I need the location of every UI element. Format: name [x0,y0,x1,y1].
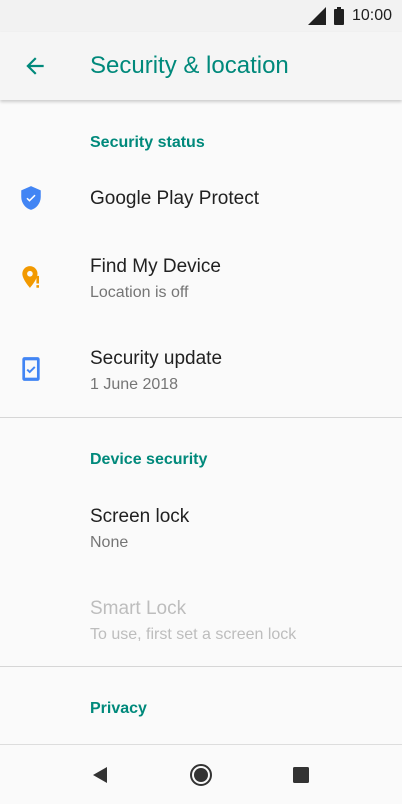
item-summary: None [90,534,129,551]
list-item-smart-lock: Smart Lock To use, first set a screen lo… [0,584,402,660]
shield-check-icon [21,186,41,210]
location-alert-icon [22,266,40,288]
recents-square-icon[interactable] [289,763,313,787]
back-triangle-icon[interactable] [88,763,112,787]
item-summary: To use, first set a screen lock [90,626,297,643]
list-item-find-my-device[interactable]: Find My Device Location is off [0,240,402,316]
arrow-back-icon[interactable] [22,53,48,79]
signal-icon [307,7,326,25]
app-bar: Security & location [0,32,402,100]
item-title: Find My Device [90,256,221,277]
page-title: Security & location [90,52,289,79]
item-summary: 1 June 2018 [90,376,179,393]
item-title: Screen lock [90,506,190,527]
item-title: Security update [90,348,223,369]
section-divider [0,417,402,418]
status-bar: 10:00 [0,0,402,32]
list-item-google-play-protect[interactable]: Google Play Protect [0,168,402,232]
phone-check-icon [22,357,40,381]
settings-list: Security status Google Play Protect Find… [0,100,402,744]
section-divider [0,666,402,667]
item-title: Smart Lock [90,598,187,619]
home-circle-icon[interactable] [189,763,213,787]
section-header-device-security: Device security [90,451,208,468]
status-clock: 10:00 [351,7,392,24]
list-item-security-update[interactable]: Security update 1 June 2018 [0,332,402,408]
section-header-security-status: Security status [90,134,205,151]
section-header-privacy: Privacy [90,700,147,717]
navigation-bar [0,744,402,804]
item-title: Google Play Protect [90,188,259,209]
list-item-screen-lock[interactable]: Screen lock None [0,492,402,568]
battery-icon [333,7,344,25]
item-summary: Location is off [90,284,189,301]
